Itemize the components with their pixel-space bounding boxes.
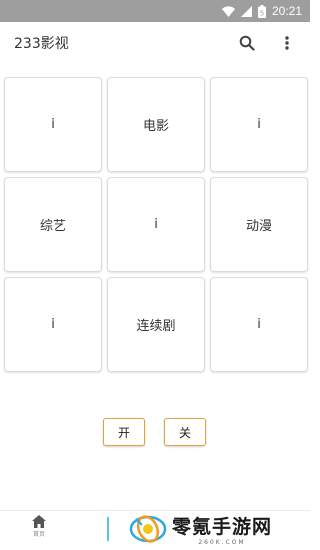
grid-cell-info-2[interactable]: i bbox=[210, 77, 308, 172]
nav-tab-indicator bbox=[107, 517, 109, 541]
toggle-row: 开 关 bbox=[0, 418, 310, 446]
svg-text:5: 5 bbox=[260, 9, 264, 17]
battery-icon: 5 bbox=[257, 4, 266, 18]
watermark-name: 零氪手游网 bbox=[172, 516, 273, 538]
search-icon bbox=[239, 35, 255, 51]
grid-cell-movies[interactable]: 电影 bbox=[107, 77, 205, 172]
on-button[interactable]: 开 bbox=[103, 418, 145, 446]
more-vert-icon bbox=[285, 36, 289, 50]
nav-home[interactable]: 首页 bbox=[22, 515, 56, 547]
grid-cell-info-5[interactable]: i bbox=[210, 277, 308, 372]
status-bar: 5 20:21 bbox=[0, 0, 310, 22]
watermark: 零氪手游网 260K.COM bbox=[128, 508, 310, 550]
more-options-button[interactable] bbox=[274, 30, 300, 56]
grid-cell-info-3[interactable]: i bbox=[107, 177, 205, 272]
search-button[interactable] bbox=[234, 30, 260, 56]
grid-cell-info-1[interactable]: i bbox=[4, 77, 102, 172]
grid-cell-series[interactable]: 连续剧 bbox=[107, 277, 205, 372]
wifi-icon bbox=[221, 5, 235, 17]
category-grid: i 电影 i 综艺 i 动漫 i 连续剧 i bbox=[4, 77, 308, 372]
nav-home-label: 首页 bbox=[32, 531, 45, 538]
grid-cell-anime[interactable]: 动漫 bbox=[210, 177, 308, 272]
grid-cell-variety[interactable]: 综艺 bbox=[4, 177, 102, 272]
watermark-logo bbox=[129, 515, 167, 543]
status-time: 20:21 bbox=[271, 4, 302, 18]
watermark-url: 260K.COM bbox=[198, 539, 246, 546]
app-title: 233影视 bbox=[14, 36, 69, 52]
app-bar: 233影视 bbox=[0, 22, 310, 64]
grid-cell-info-4[interactable]: i bbox=[4, 277, 102, 372]
home-icon bbox=[32, 515, 46, 528]
off-button[interactable]: 关 bbox=[164, 418, 206, 446]
watermark-text: 零氪手游网 260K.COM bbox=[172, 512, 272, 546]
signal-icon bbox=[240, 5, 252, 17]
